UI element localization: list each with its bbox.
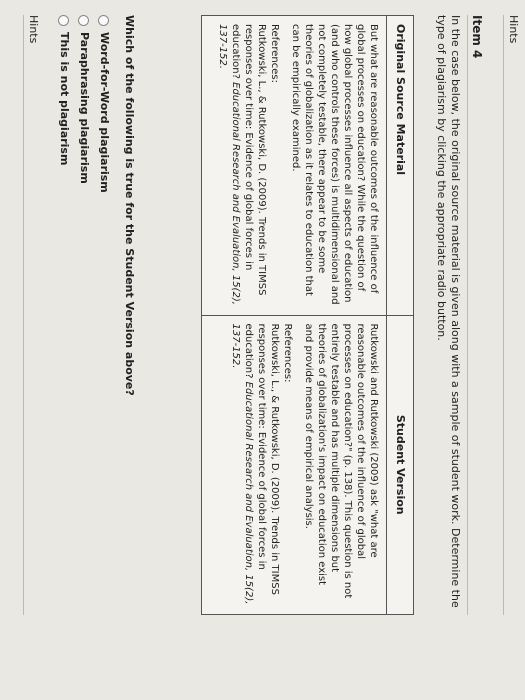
option-word-for-word[interactable]: Word-for-Word plagiarism bbox=[94, 15, 114, 415]
item-title: Item 4 bbox=[470, 15, 484, 59]
assignment-page: Hints Item 4 In the case below, the orig… bbox=[23, 15, 525, 655]
answer-options: Word-for-Word plagiarism Paraphrasing pl… bbox=[54, 15, 114, 415]
hints-link-bottom[interactable]: Hints bbox=[23, 15, 40, 615]
radio-button[interactable] bbox=[58, 15, 70, 26]
original-refs-label: References: bbox=[269, 24, 280, 83]
option-label: Paraphrasing plagiarism bbox=[78, 32, 91, 184]
col-header-student: Student Version bbox=[386, 315, 414, 615]
radio-button[interactable] bbox=[78, 15, 90, 26]
hints-link-top[interactable]: Hints bbox=[503, 15, 520, 615]
option-label: This is not plagiarism bbox=[58, 32, 71, 166]
option-not-plagiarism[interactable]: This is not plagiarism bbox=[54, 15, 74, 415]
option-paraphrasing[interactable]: Paraphrasing plagiarism bbox=[74, 15, 94, 415]
student-cell: Rutkowski and Rutkowski (2009) ask "what… bbox=[201, 315, 387, 615]
original-cell: But what are reasonable outcomes of the … bbox=[201, 15, 387, 315]
photo-of-screen: Hints Item 4 In the case below, the orig… bbox=[0, 0, 525, 700]
comparison-table: Original Source Material Student Version… bbox=[201, 15, 414, 615]
original-text: But what are reasonable outcomes of the … bbox=[290, 24, 379, 305]
original-reference: Rutkowski, L., & Rutkowski, D. (2009). T… bbox=[216, 24, 268, 307]
radio-button[interactable] bbox=[98, 15, 110, 26]
divider bbox=[467, 15, 468, 615]
student-text: Rutkowski and Rutkowski (2009) ask "what… bbox=[303, 323, 379, 599]
instructions: In the case below, the original source m… bbox=[435, 15, 462, 608]
student-reference: Rutkowski, L., & Rutkowski, D. (2009). T… bbox=[229, 324, 281, 607]
question-text: Which of the following is true for the S… bbox=[123, 15, 136, 396]
option-label: Word-for-Word plagiarism bbox=[98, 32, 111, 193]
student-refs-label: References: bbox=[282, 323, 293, 383]
col-header-original: Original Source Material bbox=[386, 15, 414, 315]
